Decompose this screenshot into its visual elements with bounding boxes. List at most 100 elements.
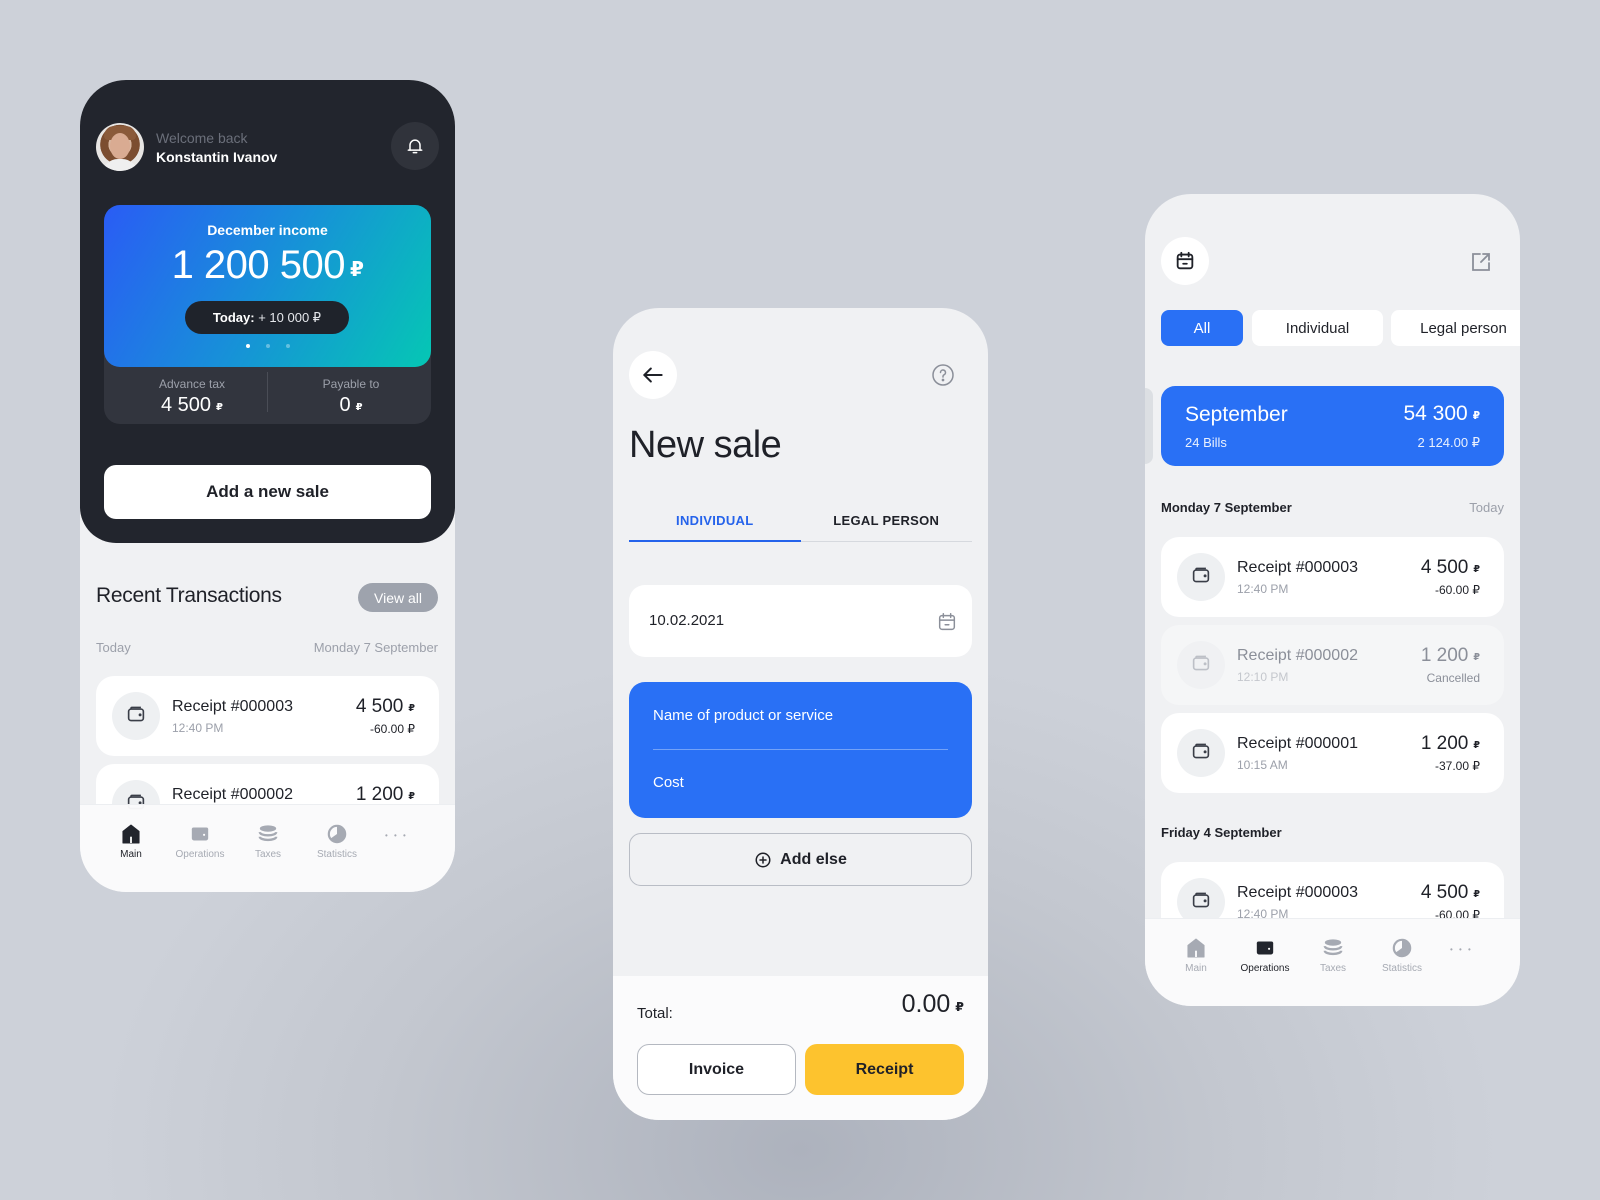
transaction-time: 12:40 PM: [172, 721, 224, 735]
calendar-icon[interactable]: [936, 611, 958, 633]
transaction-subtext: Cancelled: [1426, 671, 1480, 685]
transaction-subtext: -60.00 ₽: [370, 722, 415, 736]
transaction-amount-value: 4 500: [1420, 557, 1469, 578]
transaction-amount-value: 4 500: [355, 696, 404, 717]
receipt-icon-badge: [1177, 729, 1225, 777]
help-icon[interactable]: [931, 363, 955, 387]
advance-tax-amount: 4 500: [160, 394, 212, 416]
today-label: Today:: [212, 310, 255, 325]
tab-operations[interactable]: Operations: [165, 823, 235, 860]
date-value: 10.02.2021: [649, 612, 725, 629]
tab-main[interactable]: Main: [96, 823, 166, 860]
add-new-sale-button[interactable]: Add a new sale: [104, 465, 431, 519]
pie-chart-icon: [1367, 937, 1437, 959]
notifications-button[interactable]: [391, 122, 439, 170]
calendar-icon: [1176, 251, 1194, 270]
transaction-row[interactable]: Receipt #000003 12:40 PM 4 500 ₽ -60.00 ₽: [96, 676, 439, 756]
home-screen: Welcome back Konstantin Ivanov Advance t…: [80, 80, 455, 892]
month-summary-card[interactable]: September 24 Bills 54 300 ₽ 2 124.00 ₽: [1161, 386, 1504, 466]
transaction-row[interactable]: Receipt #000003 12:40 PM 4 500 ₽ -60.00 ₽: [1161, 537, 1504, 617]
month-tax: 2 124.00 ₽: [1417, 435, 1481, 450]
transaction-row[interactable]: Receipt #000002 12:10 PM 1 200 ₽ Cancelle…: [1161, 625, 1504, 705]
tab-main[interactable]: Main: [1161, 937, 1231, 974]
receipt-button[interactable]: Receipt: [805, 1044, 964, 1095]
operations-screen: All Individual Legal person September 24…: [1145, 194, 1520, 1006]
welcome-label: Welcome back: [156, 130, 248, 146]
tab-taxes[interactable]: Taxes: [1298, 937, 1368, 974]
previous-card-peek: [1145, 388, 1153, 464]
date-group-header: Friday 4 September: [1161, 825, 1282, 840]
bell-icon: [407, 139, 423, 154]
avatar[interactable]: [96, 123, 144, 171]
cost-input[interactable]: Cost: [653, 774, 684, 791]
tab-legal-person[interactable]: LEGAL PERSON: [801, 511, 973, 541]
transaction-subtext: -37.00 ₽: [1435, 759, 1480, 773]
currency-symbol: ₽: [1473, 889, 1480, 901]
view-all-button[interactable]: View all: [358, 583, 438, 612]
carousel-dot[interactable]: [265, 344, 270, 348]
export-icon[interactable]: [1469, 250, 1493, 274]
add-else-button[interactable]: Add else: [629, 833, 972, 886]
advance-tax-label: Advance tax: [158, 377, 226, 391]
product-name-input[interactable]: Name of product or service: [653, 707, 833, 724]
tab-label: Statistics: [316, 849, 357, 860]
page-title: New sale: [629, 424, 782, 466]
invoice-button[interactable]: Invoice: [637, 1044, 796, 1095]
more-icon[interactable]: • • •: [385, 831, 408, 840]
wallet-icon: [126, 705, 146, 728]
carousel-dots[interactable]: [104, 344, 431, 348]
transaction-amount: 4 500 ₽: [1421, 882, 1480, 904]
transaction-amount-value: 1 200: [1420, 733, 1469, 754]
carousel-dot[interactable]: [285, 344, 290, 348]
filter-legal-person[interactable]: Legal person: [1391, 310, 1520, 346]
currency-symbol: ₽: [955, 999, 964, 1014]
user-name: Konstantin Ivanov: [156, 149, 278, 165]
transaction-name: Receipt #000003: [1237, 559, 1358, 576]
advance-tax-value: 4 500 ₽: [117, 394, 267, 417]
currency-symbol: ₽: [408, 703, 415, 715]
total-amount: 0.00: [901, 990, 951, 1018]
divider: [267, 372, 268, 412]
transaction-amount: 1 200 ₽: [356, 784, 415, 806]
transaction-amount-value: 1 200: [355, 784, 404, 805]
transaction-name: Receipt #000003: [172, 698, 293, 715]
currency-symbol: ₽: [1473, 652, 1480, 664]
product-entry-card: Name of product or service Cost: [629, 682, 972, 818]
filter-individual[interactable]: Individual: [1252, 310, 1383, 346]
transaction-time: 10:15 AM: [1237, 758, 1288, 772]
coins-icon: [1298, 937, 1368, 959]
transaction-name: Receipt #000002: [172, 786, 293, 803]
home-header-panel: Welcome back Konstantin Ivanov Advance t…: [80, 80, 455, 543]
transaction-time: 12:10 PM: [1237, 670, 1289, 684]
tab-statistics[interactable]: Statistics: [302, 823, 372, 860]
advance-tax: Advance tax 4 500 ₽: [117, 377, 267, 417]
today-value: + 10 000 ₽: [258, 310, 322, 325]
today-income-pill: Today: + 10 000 ₽: [185, 301, 349, 334]
currency-symbol: ₽: [1473, 740, 1480, 752]
more-icon[interactable]: • • •: [1450, 945, 1473, 954]
tab-individual[interactable]: INDIVIDUAL: [629, 511, 801, 542]
calendar-button[interactable]: [1161, 237, 1209, 285]
tab-taxes[interactable]: Taxes: [233, 823, 303, 860]
transaction-amount: 4 500 ₽: [1421, 557, 1480, 579]
tab-label: Taxes: [254, 849, 282, 860]
tab-statistics[interactable]: Statistics: [1367, 937, 1437, 974]
transaction-row[interactable]: Receipt #000001 10:15 AM 1 200 ₽ -37.00 ₽: [1161, 713, 1504, 793]
payable-to: Payable to 0 ₽: [276, 377, 426, 417]
date-field[interactable]: 10.02.2021: [629, 585, 972, 657]
transaction-subtext: -60.00 ₽: [1435, 583, 1480, 597]
date-label: Monday 7 September: [313, 640, 438, 655]
date-group-label: Today: [1469, 500, 1504, 515]
income-card[interactable]: December income 1 200 500 ₽ Today: + 10 0…: [104, 205, 431, 367]
wallet-icon: [1230, 937, 1300, 959]
tab-label: Main: [120, 849, 142, 860]
recent-transactions-title: Recent Transactions: [96, 584, 282, 607]
tab-operations[interactable]: Operations: [1230, 937, 1300, 974]
home-icon: [96, 823, 166, 845]
carousel-dot[interactable]: [245, 344, 250, 348]
avatar-face: [110, 133, 130, 159]
tab-bar: Main Operations Taxes Statistics • • •: [1145, 918, 1520, 1006]
back-button[interactable]: [629, 351, 677, 399]
filter-all[interactable]: All: [1161, 310, 1243, 346]
income-label: December income: [207, 222, 328, 238]
